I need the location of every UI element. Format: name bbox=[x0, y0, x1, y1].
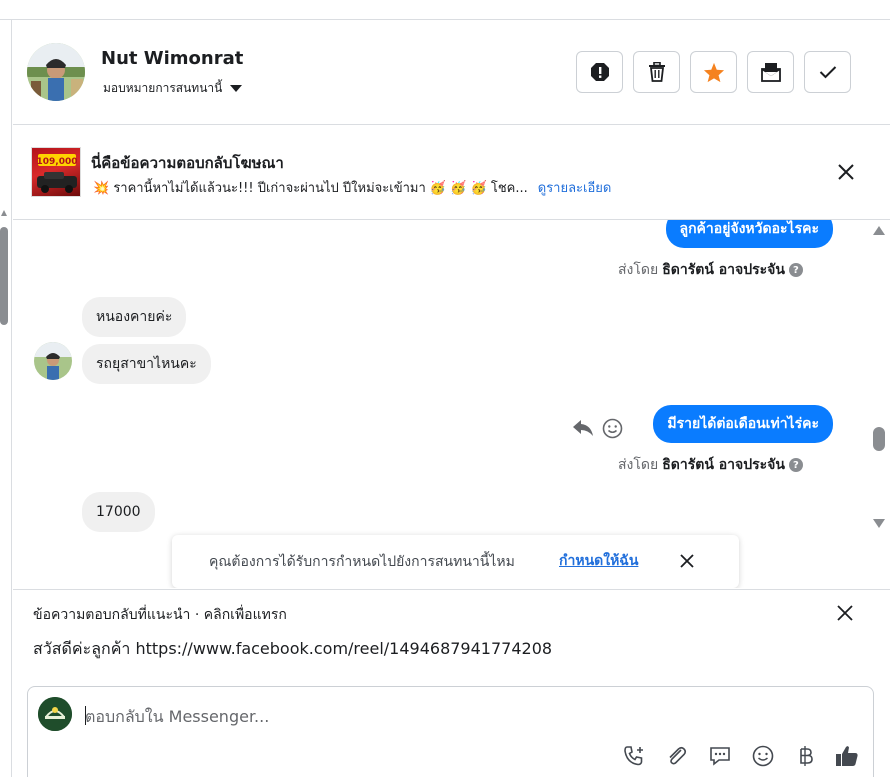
reply-input[interactable] bbox=[85, 702, 785, 730]
thumbs-up-icon bbox=[836, 746, 858, 766]
assign-to-me-link[interactable]: กำหนดให้ฉัน bbox=[559, 550, 638, 572]
message-outgoing[interactable]: มีรายได้ต่อเดือนเท่าไร่คะ bbox=[653, 405, 833, 443]
contact-name[interactable]: Nut Wimonrat bbox=[101, 48, 243, 69]
sent-by-prefix: ส่งโดย bbox=[618, 262, 659, 278]
sent-by-agent-name: ธิดารัตน์ อาจประจัน bbox=[662, 262, 785, 278]
mark-done-button[interactable] bbox=[804, 51, 851, 93]
left-scroll-up-arrow[interactable] bbox=[1, 210, 7, 216]
emoji-button[interactable] bbox=[750, 743, 776, 769]
sent-by-agent-name: ธิดารัตน์ อาจประจัน bbox=[662, 457, 785, 473]
message-incoming[interactable]: รถยุสาขาไหนคะ bbox=[82, 344, 211, 384]
emoji-icon bbox=[752, 745, 774, 767]
assign-prompt-text: คุณต้องการได้รับการกำหนดไปยังการสนทนานี้… bbox=[209, 554, 515, 570]
trash-icon bbox=[648, 62, 665, 82]
assign-label: มอบหมายการสนทนานี้ bbox=[103, 81, 223, 95]
ad-snippet: 💥 ราคานี้หาไม่ได้แล้วนะ!!! ปีเก่าจะผ่านไ… bbox=[93, 181, 528, 196]
close-assign-prompt-button[interactable] bbox=[679, 553, 695, 569]
saved-replies-button[interactable] bbox=[707, 743, 733, 769]
chat-bubble-icon bbox=[710, 747, 730, 766]
call-button[interactable] bbox=[621, 743, 647, 769]
contact-avatar[interactable] bbox=[27, 43, 85, 101]
view-details-link[interactable]: ดูรายละเอียด bbox=[538, 181, 612, 196]
react-emoji-icon[interactable] bbox=[602, 418, 623, 443]
star-button[interactable] bbox=[690, 51, 737, 93]
left-scroll-rail bbox=[0, 20, 12, 777]
ad-reply-title: นี่คือข้อความตอบกลับโฆษณา bbox=[91, 154, 284, 172]
close-icon bbox=[838, 164, 854, 180]
suggested-reply-panel: ข้อความตอบกลับที่แนะนำ · คลิกเพื่อแทรก ส… bbox=[13, 589, 890, 685]
ad-thumbnail[interactable]: 109,000 bbox=[31, 147, 81, 197]
mark-unread-button[interactable] bbox=[747, 51, 794, 93]
message-outgoing[interactable]: ลูกค้าอยู่จังหวัดอะไรคะ bbox=[665, 220, 833, 248]
ad-thumb-price: 109,000 bbox=[37, 157, 78, 167]
payment-button[interactable] bbox=[792, 743, 818, 769]
message-composer bbox=[27, 686, 874, 777]
sent-by-prefix: ส่งโดย bbox=[618, 457, 659, 473]
chat-scrollbar-thumb[interactable] bbox=[873, 427, 885, 451]
assign-conversation-dropdown[interactable]: มอบหมายการสนทนานี้ bbox=[103, 79, 243, 98]
help-icon[interactable]: ? bbox=[788, 458, 803, 472]
attach-button[interactable] bbox=[664, 743, 690, 769]
close-icon bbox=[680, 554, 694, 568]
message-thread[interactable]: ลูกค้าอยู่จังหวัดอะไรคะ ส่งโดย ธิดารัตน์… bbox=[13, 220, 890, 588]
left-scrollbar-thumb[interactable] bbox=[0, 227, 8, 325]
assign-to-me-prompt: คุณต้องการได้รับการกำหนดไปยังการสนทนานี้… bbox=[172, 535, 739, 588]
sent-by-label: ส่งโดย ธิดารัตน์ อาจประจัน ? bbox=[618, 259, 803, 281]
open-envelope-icon bbox=[760, 63, 781, 82]
message-incoming[interactable]: หนองคายค่ะ bbox=[82, 297, 187, 337]
close-icon bbox=[837, 605, 853, 621]
contact-avatar-small bbox=[34, 342, 72, 380]
close-ad-banner-button[interactable] bbox=[836, 162, 856, 182]
message-incoming[interactable]: 17000 bbox=[82, 492, 155, 532]
help-icon[interactable]: ? bbox=[788, 263, 803, 277]
sent-by-label: ส่งโดย ธิดารัตน์ อาจประจัน ? bbox=[618, 454, 803, 476]
suggested-reply-title: ข้อความตอบกลับที่แนะนำ · คลิกเพื่อแทรก bbox=[33, 607, 287, 623]
delete-button[interactable] bbox=[633, 51, 680, 93]
scroll-down-arrow[interactable] bbox=[873, 519, 885, 528]
page-avatar bbox=[38, 697, 72, 731]
inbox-conversation-panel: Nut Wimonrat มอบหมายการสนทนานี้ 109,000 … bbox=[0, 0, 890, 777]
ad-reply-snippet-row: 💥 ราคานี้หาไม่ได้แล้วนะ!!! ปีเก่าจะผ่านไ… bbox=[93, 177, 611, 198]
conversation-header: Nut Wimonrat มอบหมายการสนทนานี้ bbox=[13, 20, 890, 125]
reply-action-icon[interactable] bbox=[572, 418, 594, 442]
phone-plus-icon bbox=[624, 746, 643, 766]
paperclip-icon bbox=[669, 746, 687, 765]
close-suggested-reply-button[interactable] bbox=[836, 604, 854, 622]
baht-icon bbox=[800, 746, 813, 766]
mark-spam-button[interactable] bbox=[576, 51, 623, 93]
ad-reply-banner: 109,000 นี่คือข้อความตอบกลับโฆษณา 💥 ราคา… bbox=[13, 126, 890, 220]
checkmark-icon bbox=[819, 66, 836, 79]
chevron-down-icon bbox=[230, 85, 243, 92]
star-icon bbox=[703, 62, 724, 82]
scroll-up-arrow[interactable] bbox=[873, 226, 885, 235]
send-like-button[interactable] bbox=[834, 743, 860, 769]
suggested-reply-text[interactable]: สวัสดีค่ะลูกค้า https://www.facebook.com… bbox=[33, 637, 552, 662]
alert-octagon-icon bbox=[590, 63, 609, 81]
